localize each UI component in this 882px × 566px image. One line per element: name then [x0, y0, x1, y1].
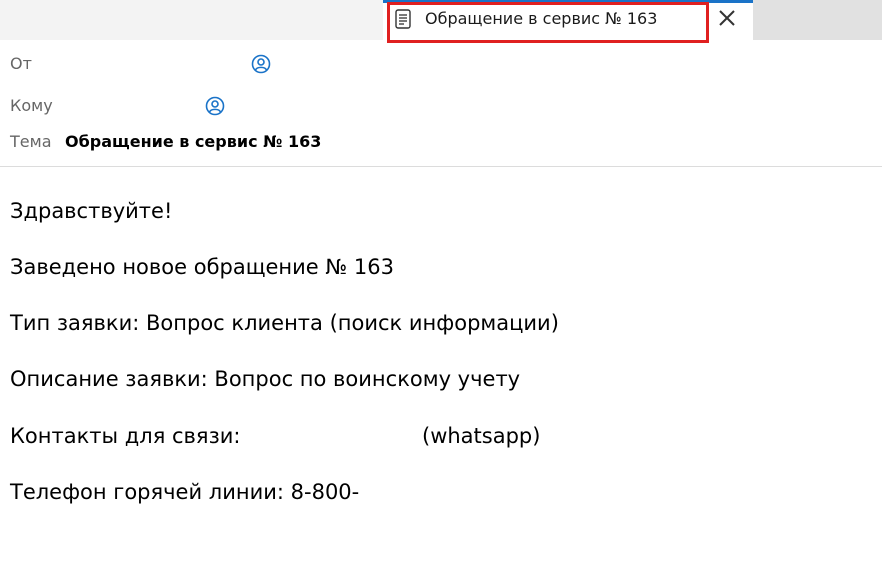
close-icon[interactable]: [716, 7, 738, 29]
body-description: Описание заявки: Вопрос по воинскому уче…: [10, 367, 521, 391]
tab-email-message[interactable]: Обращение в сервис № 163: [383, 0, 753, 40]
document-icon: [395, 9, 411, 29]
body-new-ticket: Заведено новое обращение № 163: [10, 255, 394, 279]
from-field[interactable]: [65, 53, 245, 75]
body-contacts-label: Контакты для связи:: [10, 424, 241, 448]
to-label: Кому: [10, 96, 53, 115]
header-divider: [0, 166, 882, 167]
tab-strip: Обращение в сервис № 163: [0, 0, 882, 40]
body-hotline: Телефон горячей линии: 8-800-: [10, 480, 360, 504]
contact-card-icon[interactable]: [251, 54, 271, 74]
body-greeting: Здравствуйте!: [10, 199, 173, 223]
from-label: От: [10, 54, 32, 73]
to-field[interactable]: [62, 95, 202, 117]
body-contacts-whatsapp: (whatsapp): [422, 424, 541, 448]
subject-value: Обращение в сервис № 163: [65, 132, 322, 151]
email-reading-pane: Обращение в сервис № 163 От Кому Тема Об…: [0, 0, 882, 566]
tab-title: Обращение в сервис № 163: [425, 9, 658, 28]
tab-strip-empty-area: [753, 0, 882, 40]
contact-card-icon[interactable]: [205, 96, 225, 116]
body-ticket-type: Тип заявки: Вопрос клиента (поиск информ…: [10, 311, 559, 335]
subject-label: Тема: [10, 132, 52, 151]
